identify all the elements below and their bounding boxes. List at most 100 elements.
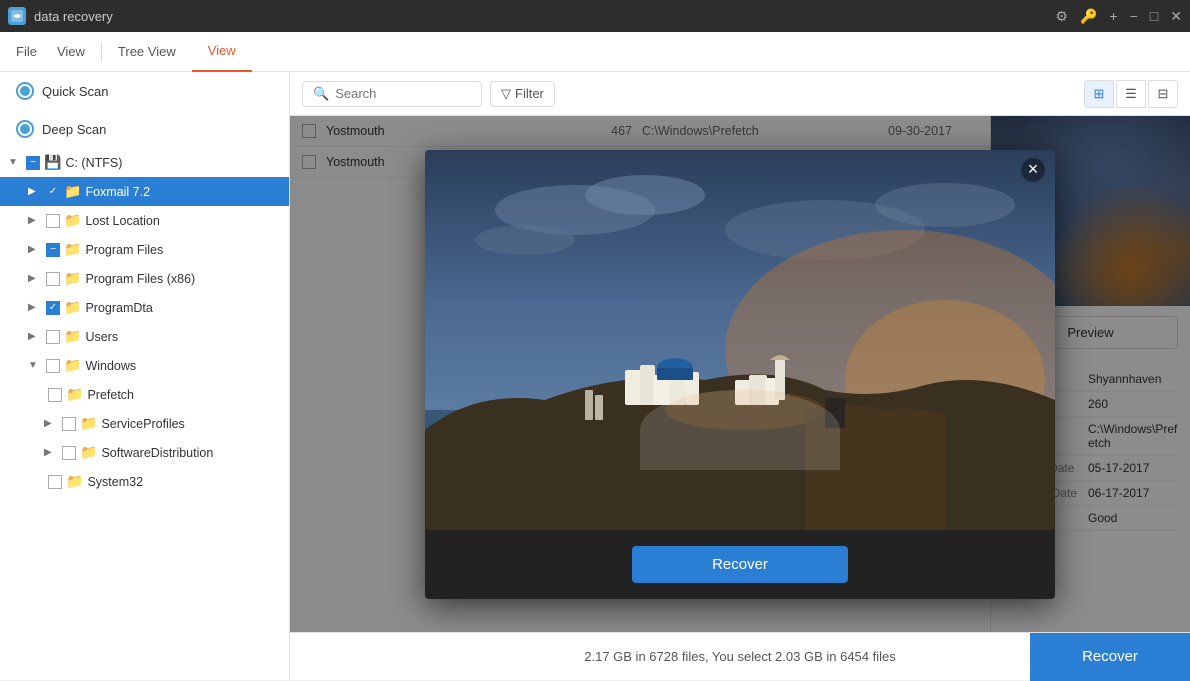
modal-recover-button[interactable]: Recover — [632, 546, 848, 583]
view-grid-button[interactable]: ⊞ — [1084, 80, 1114, 108]
system32-label: System32 — [87, 475, 143, 489]
users-checkbox[interactable] — [46, 330, 60, 344]
menu-view[interactable]: View — [57, 40, 85, 63]
tab-view[interactable]: View — [192, 32, 252, 72]
image-preview-modal: × — [425, 150, 1055, 599]
drive-icon: 💾 — [44, 154, 61, 171]
search-input[interactable] — [335, 86, 455, 101]
titlebar: data recovery ⚙ 🔑 + − □ ✕ — [0, 0, 1190, 32]
folder-icon: 📁 — [64, 241, 81, 258]
sidebar-item-program-files-x86[interactable]: ▶ 📁 Program Files (x86) — [0, 264, 289, 293]
titlebar-add[interactable]: + — [1109, 8, 1117, 24]
sidebar-item-users[interactable]: ▶ 📁 Users — [0, 322, 289, 351]
close-button[interactable]: ✕ — [1170, 8, 1182, 25]
titlebar-controls: ⚙ 🔑 + − □ ✕ — [1055, 8, 1182, 25]
folder-icon: 📁 — [64, 328, 81, 345]
toolbar: 🔍 ▽ Filter ⊞ ☰ ⊟ — [290, 72, 1190, 116]
system32-checkbox[interactable] — [48, 475, 62, 489]
folder-icon: 📁 — [64, 212, 81, 229]
quick-scan-icon — [16, 82, 34, 100]
chevron-right-icon: ▶ — [44, 447, 58, 458]
view-list-button[interactable]: ☰ — [1116, 80, 1146, 108]
recover-button[interactable]: Recover — [1030, 633, 1190, 681]
menubar: File View Tree View View — [0, 32, 1190, 72]
windows-label: Windows — [85, 359, 136, 373]
status-text: 2.17 GB in 6728 files, You select 2.03 G… — [584, 649, 896, 664]
program-files-checkbox[interactable] — [46, 243, 60, 257]
modal-overlay[interactable]: × — [290, 116, 1190, 632]
filter-label: Filter — [515, 86, 544, 101]
quick-scan-label: Quick Scan — [42, 84, 108, 99]
programdta-checkbox[interactable] — [46, 301, 60, 315]
sidebar-item-c-drive[interactable]: ▼ 💾 C: (NTFS) — [0, 148, 289, 177]
deep-scan-label: Deep Scan — [42, 122, 106, 137]
program-files-x86-label: Program Files (x86) — [85, 272, 195, 286]
folder-icon: 📁 — [64, 183, 81, 200]
windows-checkbox[interactable] — [46, 359, 60, 373]
sidebar-item-deep-scan[interactable]: Deep Scan — [0, 110, 289, 148]
sidebar: Quick Scan Deep Scan ▼ 💾 C: (NTFS) ▶ 📁 F… — [0, 72, 290, 680]
chevron-right-icon: ▶ — [28, 244, 42, 255]
chevron-right-icon: ▶ — [28, 215, 42, 226]
chevron-right-icon: ▶ — [28, 273, 42, 284]
folder-icon: 📁 — [80, 444, 97, 461]
search-box[interactable]: 🔍 — [302, 81, 482, 107]
prefetch-checkbox[interactable] — [48, 388, 62, 402]
program-files-label: Program Files — [85, 243, 163, 257]
deep-scan-icon — [16, 120, 34, 138]
main-layout: Quick Scan Deep Scan ▼ 💾 C: (NTFS) ▶ 📁 F… — [0, 72, 1190, 680]
folder-icon: 📁 — [66, 473, 83, 490]
view-buttons: ⊞ ☰ ⊟ — [1084, 80, 1178, 108]
foxmail-checkbox[interactable] — [46, 185, 60, 199]
folder-icon: 📁 — [66, 386, 83, 403]
prefetch-label: Prefetch — [87, 388, 134, 402]
sidebar-item-softwaredistribution[interactable]: ▶ 📁 SoftwareDistribution — [0, 438, 289, 467]
sidebar-item-serviceprofiles[interactable]: ▶ 📁 ServiceProfiles — [0, 409, 289, 438]
chevron-down-icon: ▼ — [8, 157, 22, 168]
menu-items: File View — [0, 40, 101, 63]
lost-location-label: Lost Location — [85, 214, 159, 228]
folder-icon: 📁 — [64, 299, 81, 316]
sidebar-item-programdta[interactable]: ▶ 📁 ProgramDta — [0, 293, 289, 322]
filter-button[interactable]: ▽ Filter — [490, 81, 555, 107]
sidebar-item-windows[interactable]: ▼ 📁 Windows — [0, 351, 289, 380]
users-label: Users — [85, 330, 118, 344]
chevron-right-icon: ▶ — [28, 331, 42, 342]
titlebar-left: data recovery — [8, 7, 113, 25]
sidebar-item-lost-location[interactable]: ▶ 📁 Lost Location — [0, 206, 289, 235]
programdta-label: ProgramDta — [85, 301, 152, 315]
c-drive-checkbox[interactable] — [26, 156, 40, 170]
program-files-x86-checkbox[interactable] — [46, 272, 60, 286]
menu-file[interactable]: File — [16, 40, 37, 63]
tab-tree-view[interactable]: Tree View — [102, 32, 192, 72]
titlebar-tool1[interactable]: ⚙ — [1055, 8, 1068, 25]
filter-icon: ▽ — [501, 86, 511, 102]
chevron-down-icon: ▼ — [28, 360, 42, 371]
softwaredistribution-checkbox[interactable] — [62, 446, 76, 460]
chevron-right-icon: ▶ — [44, 418, 58, 429]
lost-location-checkbox[interactable] — [46, 214, 60, 228]
titlebar-tool2[interactable]: 🔑 — [1080, 8, 1097, 25]
bottom-bar: 2.17 GB in 6728 files, You select 2.03 G… — [290, 632, 1190, 680]
sidebar-item-prefetch[interactable]: 📁 Prefetch — [0, 380, 289, 409]
folder-icon: 📁 — [80, 415, 97, 432]
sidebar-item-quick-scan[interactable]: Quick Scan — [0, 72, 289, 110]
app-title: data recovery — [34, 9, 113, 24]
sidebar-item-system32[interactable]: 📁 System32 — [0, 467, 289, 496]
serviceprofiles-label: ServiceProfiles — [101, 417, 184, 431]
app-logo — [8, 7, 26, 25]
c-drive-label: C: (NTFS) — [65, 156, 122, 170]
serviceprofiles-checkbox[interactable] — [62, 417, 76, 431]
sidebar-item-program-files[interactable]: ▶ 📁 Program Files — [0, 235, 289, 264]
modal-image — [425, 150, 1055, 530]
sidebar-item-foxmail[interactable]: ▶ 📁 Foxmail 7.2 — [0, 177, 289, 206]
softwaredistribution-label: SoftwareDistribution — [101, 446, 213, 460]
chevron-right-icon: ▶ — [28, 186, 42, 197]
search-icon: 🔍 — [313, 86, 329, 102]
minimize-button[interactable]: − — [1130, 8, 1138, 24]
modal-close-button[interactable]: × — [1021, 158, 1045, 182]
modal-recover-bar: Recover — [425, 530, 1055, 599]
folder-icon: 📁 — [64, 270, 81, 287]
view-detail-button[interactable]: ⊟ — [1148, 80, 1178, 108]
maximize-button[interactable]: □ — [1150, 8, 1158, 24]
